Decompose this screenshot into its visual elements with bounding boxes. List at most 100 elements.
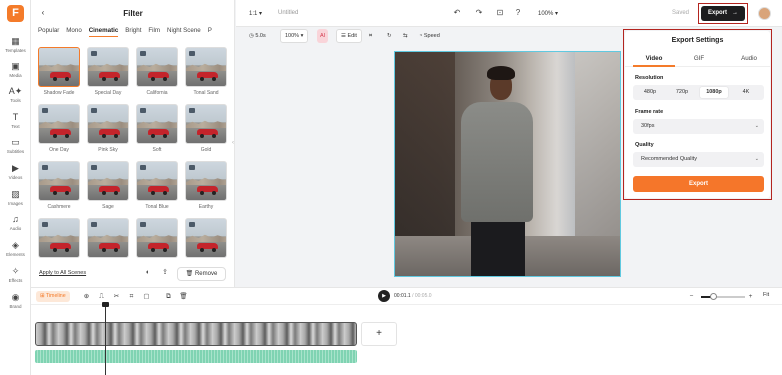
filter-item[interactable]: Tonal Blue [136,161,178,210]
tab-more[interactable]: P [208,27,212,34]
resolution-720p[interactable]: 720p [668,87,696,98]
filter-item[interactable]: Soft [136,104,178,153]
frame-rate-select[interactable]: 30fps ⌄ [633,119,764,134]
rail-item-brand[interactable]: ◉ Brand [0,292,31,309]
split-icon[interactable]: ⎍ [97,291,106,302]
playhead-handle[interactable] [102,302,109,307]
filter-thumbnail[interactable] [136,104,178,144]
zoom-in-icon[interactable]: + [746,291,755,302]
rail-item-videos[interactable]: ▶ Videos [0,163,31,180]
tab-popular[interactable]: Popular [38,27,59,34]
crop-icon[interactable]: ⌗ [369,29,372,43]
filter-item[interactable]: Shadow Fade [38,47,80,96]
project-title[interactable]: Untitled [278,10,298,16]
export-button[interactable]: Export → [701,6,745,21]
rail-item-audio[interactable]: ♫ Audio [0,214,31,231]
tab-night-scene[interactable]: Night Scene [167,27,201,34]
scissors-icon[interactable]: ✂ [112,291,121,302]
timeline-toggle[interactable]: ⊞ Timeline [36,291,70,302]
tab-video[interactable]: Video [630,55,678,62]
filter-item[interactable]: Tonal Sand [185,47,227,96]
filter-thumbnail[interactable] [87,161,129,201]
rail-item-images[interactable]: ▨ Images [0,189,31,206]
tab-gif[interactable]: GIF [675,55,723,62]
filter-thumbnail[interactable] [87,218,129,258]
duplicate-icon[interactable]: ⧉ [164,291,173,302]
screenshot-icon[interactable]: ⊡ [495,8,505,18]
delete-icon[interactable]: 🗑︎ [179,291,188,302]
add-clip-button[interactable]: + [361,322,397,346]
add-media-icon[interactable]: ⊕ [82,291,91,302]
tab-film[interactable]: Film [148,27,160,34]
comment-icon[interactable]: ▢ [142,291,151,302]
filter-item[interactable]: Special Day [87,47,129,96]
quality-select[interactable]: Recommended Quality ⌄ [633,152,764,167]
crop-icon[interactable]: ⌗ [127,291,136,302]
export-confirm-button[interactable]: Export [633,176,764,192]
filter-item[interactable]: Cashmere [38,161,80,210]
filter-thumbnail[interactable] [136,161,178,201]
zoom-select[interactable]: 100% ▾ [538,10,558,17]
filter-thumbnail[interactable] [87,104,129,144]
filter-thumbnail[interactable] [38,104,80,144]
rail-item-effects[interactable]: ✧ Effects [0,266,31,283]
filter-item[interactable] [87,218,129,258]
rail-item-elements[interactable]: ◈ Elements [0,240,31,257]
filter-item[interactable] [136,218,178,258]
filter-thumbnail[interactable] [87,47,129,87]
playhead[interactable] [105,302,106,375]
rail-item-templates[interactable]: ▦ Templates [0,36,31,53]
filter-thumbnail[interactable] [136,218,178,258]
filter-item[interactable] [38,218,80,258]
app-logo[interactable]: F [7,5,24,22]
redo-icon[interactable]: ↷ [474,8,484,18]
filter-item[interactable] [185,218,227,258]
compare-icon[interactable]: ◐ [143,268,153,278]
video-clip[interactable] [35,322,357,346]
timeline-zoom-handle[interactable] [710,293,717,300]
filter-item[interactable]: One Day [38,104,80,153]
aspect-ratio-select[interactable]: 1:1 ▾ [249,10,262,17]
resolution-480p[interactable]: 480p [636,87,664,98]
edit-button[interactable]: ☰ Edit [336,29,362,43]
filter-thumbnail[interactable] [185,104,227,144]
duration-control[interactable]: ◷ 5.0s [249,29,266,43]
resolution-4k[interactable]: 4K [732,87,760,98]
fit-button[interactable]: Fit [763,292,769,298]
flip-icon[interactable]: ⇆ [403,29,408,43]
avatar[interactable] [758,7,771,20]
filter-thumbnail[interactable] [38,47,80,87]
ai-button[interactable]: AI [317,29,329,43]
canvas-zoom-select[interactable]: 100% ▾ [280,29,309,43]
filter-thumbnail[interactable] [38,218,80,258]
rail-item-media[interactable]: ▣ Media [0,61,31,78]
filter-item[interactable]: California [136,47,178,96]
rail-item-subtitles[interactable]: ▭ Subtitles [0,137,31,154]
rail-item-tools[interactable]: A✦ Tools [0,86,31,103]
filter-thumbnail[interactable] [185,218,227,258]
zoom-out-icon[interactable]: − [687,291,696,302]
tab-mono[interactable]: Mono [66,27,81,34]
upload-icon[interactable]: ⇪ [160,268,170,278]
audio-track[interactable] [35,350,357,363]
tab-cinematic[interactable]: Cinematic [88,27,119,37]
filter-thumbnail[interactable] [136,47,178,87]
remove-button[interactable]: 🗑︎ Remove [177,267,226,281]
filter-thumbnail[interactable] [185,161,227,201]
filter-item[interactable]: Pink Sky [87,104,129,153]
filter-item[interactable]: Sage [87,161,129,210]
undo-icon[interactable]: ↶ [452,8,462,18]
play-button[interactable]: ▶ [378,290,390,302]
rail-item-text[interactable]: T Text [0,112,31,129]
tab-bright[interactable]: Bright [125,27,141,34]
tab-audio[interactable]: Audio [725,55,773,62]
help-icon[interactable]: ? [513,8,523,18]
collapse-panel-icon[interactable]: ‹ [232,140,238,150]
resolution-1080p[interactable]: 1080p [700,87,728,98]
filter-thumbnail[interactable] [185,47,227,87]
apply-all-link[interactable]: Apply to All Scenes [39,270,86,276]
filter-item[interactable]: Earthy [185,161,227,210]
speed-control[interactable]: ◔ Speed [419,29,440,43]
video-canvas[interactable] [394,51,621,277]
filter-item[interactable]: Gold [185,104,227,153]
